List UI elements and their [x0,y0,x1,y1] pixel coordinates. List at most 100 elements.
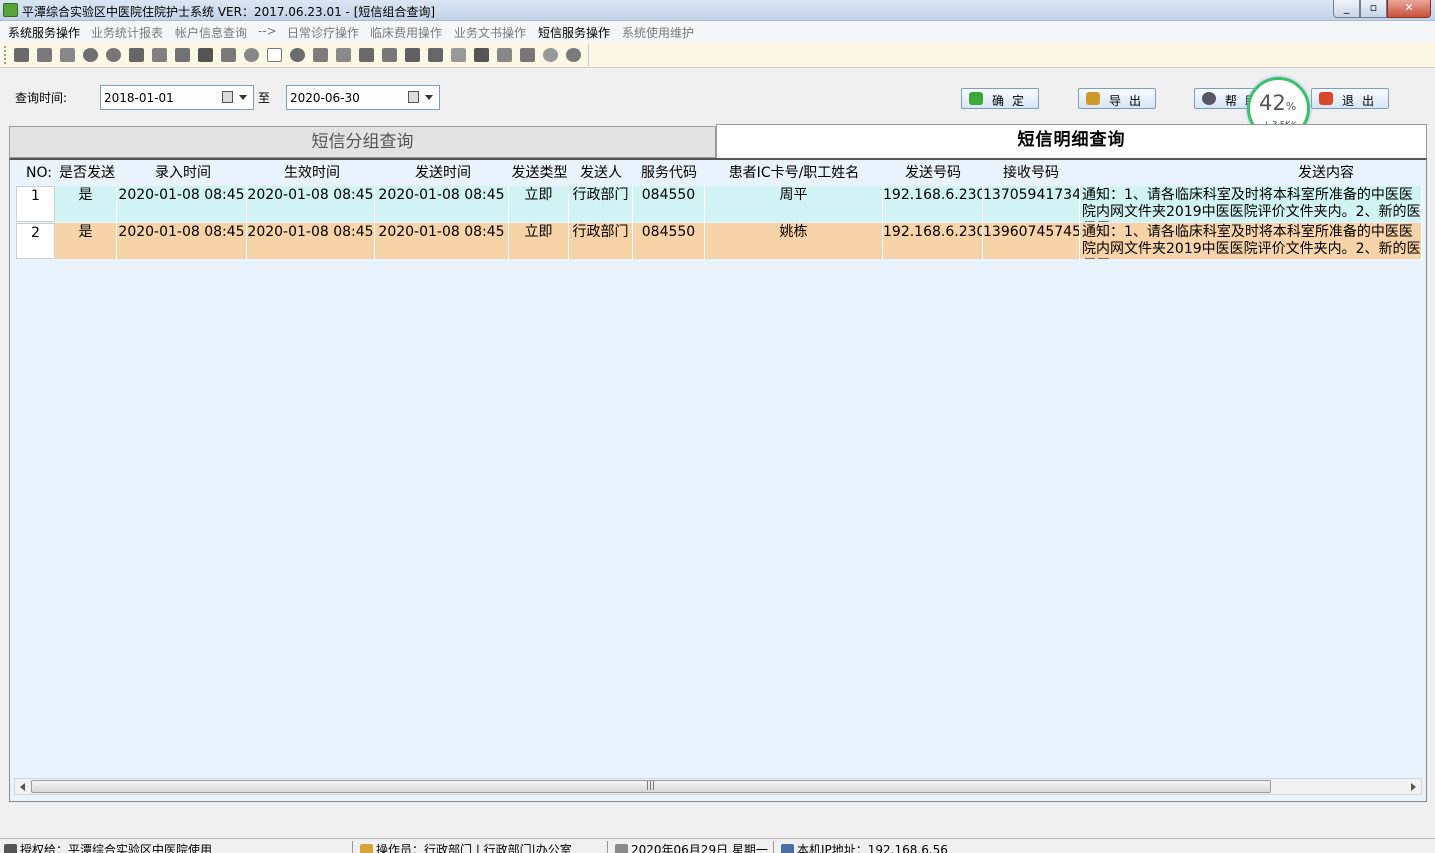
minimize-icon[interactable]: _ [1333,0,1360,18]
scale-icon[interactable] [152,48,167,62]
exit-button[interactable]: 退出 [1311,88,1389,109]
status-operator: 操作员：行政部门 | 行政部门|办公室 [360,841,572,853]
scrollbar-thumb[interactable]: ||| [31,780,1271,793]
form-icon[interactable] [175,48,190,62]
refresh-icon[interactable] [566,48,581,62]
row-to-number: 13960745745 [983,223,1080,259]
close-icon[interactable]: ✕ [1387,0,1431,18]
blank-page-icon[interactable] [267,48,282,62]
row-service-code: 084550 [633,186,705,222]
menu-stat-reports[interactable]: 业务统计报表 [91,24,163,41]
scroll-left-icon[interactable] [20,783,25,791]
calendar-icon[interactable] [408,91,419,103]
package-icon[interactable] [359,48,374,62]
link-icon[interactable] [543,48,558,62]
row-sender: 行政部门 [569,223,633,259]
exit-icon [1319,92,1333,105]
col-send-type[interactable]: 发送类型 [510,162,569,187]
bag-icon[interactable] [83,48,98,62]
table-row[interactable]: 1 是 2020-01-08 08:45 2020-01-08 08:45 20… [14,186,1424,223]
calendar-icon [615,844,628,853]
col-sender[interactable]: 发送人 [569,162,633,187]
col-no[interactable]: NO: [20,162,58,187]
row-sender: 行政部门 [569,186,633,222]
menu-system-service[interactable]: 系统服务操作 [8,24,80,41]
export-icon [1086,92,1100,105]
col-to-number[interactable]: 接收号码 [983,162,1079,187]
book-icon[interactable] [198,48,213,62]
query-panel: 查询时间: 2018-01-01 至 2020-06-30 确定 导出 帮助 退… [4,72,1431,122]
window-title: 平潭综合实验区中医院住院护士系统 VER：2017.06.23.01 - [短信… [22,5,436,19]
speed-percent: 42% [1259,91,1297,115]
col-send-time[interactable]: 发送时间 [376,162,510,187]
pen-icon[interactable] [313,48,328,62]
menu-daily-clinic[interactable]: 日常诊疗操作 [287,24,359,41]
to-label: 至 [258,91,271,105]
grid-header: NO: 是否发送 录入时间 生效时间 发送时间 发送类型 发送人 服务代码 患者… [12,162,1424,187]
menu-system-maintenance[interactable]: 系统使用维护 [622,24,694,41]
grid-icon[interactable] [382,48,397,62]
confirm-button[interactable]: 确定 [961,88,1039,109]
start-date-value: 2018-01-01 [104,91,174,105]
query-time-label: 查询时间: [15,91,68,105]
col-sent[interactable]: 是否发送 [56,162,118,187]
transfer-icon[interactable] [60,48,75,62]
import-icon[interactable] [405,48,420,62]
table-row[interactable]: 2 是 2020-01-08 08:45 2020-01-08 08:45 20… [14,223,1424,260]
row-entry-time: 2020-01-08 08:45 [117,223,247,259]
col-service-code[interactable]: 服务代码 [633,162,705,187]
scroll-right-icon[interactable] [1411,783,1416,791]
copy-icon[interactable] [451,48,466,62]
status-divider [607,841,608,853]
col-from-number[interactable]: 发送号码 [883,162,983,187]
patient-bed-icon[interactable] [14,48,29,62]
calendar-icon[interactable] [520,48,535,62]
row-content: 通知：1、请各临床科室及时将本科室所准备的中医医院内网文件夹2019中医医院评价… [1080,223,1422,259]
app-icon [3,3,18,17]
row-no: 1 [16,186,55,222]
chevron-down-icon[interactable] [425,95,433,100]
menu-documents[interactable]: 业务文书操作 [454,24,526,41]
calendar-icon[interactable] [222,91,233,103]
row-content: 通知：1、请各临床科室及时将本科室所准备的中医医院内网文件夹2019中医医院评价… [1080,186,1422,222]
status-bar: 授权给：平潭综合实验区中医院使用 操作员：行政部门 | 行政部门|办公室 202… [0,838,1435,853]
tab-sms-detail-query[interactable]: 短信明细查询 [716,124,1427,158]
col-entry-time[interactable]: 录入时间 [118,162,248,187]
export-button[interactable]: 导出 [1078,88,1156,109]
menu-arrow[interactable]: --> [258,24,277,38]
grip-icon: ||| [646,781,656,791]
gear-icon[interactable] [336,48,351,62]
horizontal-scrollbar[interactable]: ||| [14,778,1422,795]
row-to-number: 13705941734 [983,186,1080,222]
smile-icon[interactable] [244,48,259,62]
confirm-label: 确定 [992,94,1033,108]
col-content[interactable]: 发送内容 [1079,162,1435,187]
end-date-picker[interactable]: 2020-06-30 [286,85,440,110]
menu-account-query[interactable]: 帐户信息查询 [175,24,247,41]
chevron-down-icon[interactable] [239,95,247,100]
menu-sms-service[interactable]: 短信服务操作 [538,24,610,41]
col-recipient[interactable]: 患者IC卡号/职工姓名 [705,162,883,187]
building-icon[interactable] [221,48,236,62]
menu-bar: 系统服务操作 业务统计报表 帐户信息查询 --> 日常诊疗操作 临床费用操作 业… [0,21,1435,42]
row-send-type: 立即 [509,186,569,222]
start-date-picker[interactable]: 2018-01-01 [100,85,254,110]
document-icon[interactable] [497,48,512,62]
pill-icon[interactable] [106,48,121,62]
tab-sms-group-query[interactable]: 短信分组查询 [9,126,716,158]
menu-clinical-fees[interactable]: 临床费用操作 [370,24,442,41]
bar-chart-icon[interactable] [129,48,144,62]
help-icon [1202,92,1216,105]
arrow-right-icon[interactable] [37,48,52,62]
row-sent: 是 [55,186,117,222]
col-effective-time[interactable]: 生效时间 [248,162,376,187]
database-icon[interactable] [290,48,305,62]
computer-icon [781,844,794,853]
row-entry-time: 2020-01-08 08:45 [117,186,247,222]
maximize-icon[interactable]: ▫ [1360,0,1387,18]
row-from-number: 192.168.6.230 [883,186,983,222]
row-recipient: 周平 [705,186,883,222]
export-icon[interactable] [428,48,443,62]
edit-icon[interactable] [474,48,489,62]
status-divider [352,841,353,853]
